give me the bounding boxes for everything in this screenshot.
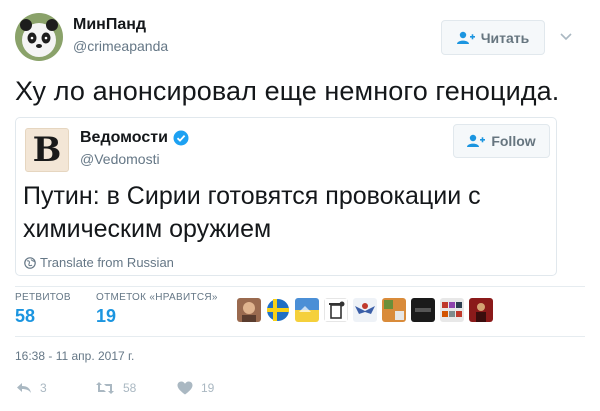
retweets-label: РЕТВИТОВ bbox=[15, 292, 71, 303]
grid-pattern-icon bbox=[440, 298, 464, 322]
liker-avatar[interactable] bbox=[324, 298, 348, 322]
follow-button[interactable]: Читать bbox=[441, 20, 545, 55]
tile-pattern-icon bbox=[382, 298, 406, 322]
liker-avatar[interactable] bbox=[469, 298, 493, 322]
likes-stat[interactable]: ОТМЕТОК «НРАВИТСЯ» 19 bbox=[96, 292, 218, 327]
liker-avatar[interactable] bbox=[266, 298, 290, 322]
avatar[interactable] bbox=[15, 13, 63, 61]
reply-button[interactable]: 3 bbox=[16, 381, 47, 395]
author-name[interactable]: МинПанд bbox=[73, 16, 146, 34]
translate-link[interactable]: Translate from Russian bbox=[24, 255, 174, 270]
ukraine-flag-icon bbox=[295, 298, 319, 322]
verified-badge-icon bbox=[173, 130, 189, 146]
panda-avatar-icon bbox=[15, 13, 63, 61]
retweet-count: 58 bbox=[123, 381, 137, 395]
translate-label: Translate from Russian bbox=[40, 255, 174, 270]
tweet-text: Ху ло анонсировал еще немного геноцида. bbox=[15, 76, 560, 106]
globe-icon bbox=[24, 256, 36, 269]
dark-avatar-icon bbox=[411, 298, 435, 322]
liker-avatars bbox=[237, 298, 493, 322]
liker-avatar[interactable] bbox=[295, 298, 319, 322]
liker-avatar[interactable] bbox=[353, 298, 377, 322]
retweet-button[interactable]: 58 bbox=[95, 381, 136, 395]
more-options-button[interactable] bbox=[556, 28, 576, 46]
liker-avatar[interactable] bbox=[237, 298, 261, 322]
person-avatar-icon bbox=[237, 298, 261, 322]
chevron-down-icon bbox=[560, 33, 572, 41]
trash-can-icon bbox=[324, 298, 348, 322]
vedomosti-logo[interactable]: B bbox=[25, 128, 69, 172]
stats-bottom-divider bbox=[15, 336, 585, 337]
reply-icon bbox=[17, 383, 31, 393]
follow-user-icon bbox=[467, 134, 486, 147]
follow-user-icon bbox=[456, 31, 475, 44]
red-figure-icon bbox=[469, 298, 493, 322]
liker-avatar[interactable] bbox=[382, 298, 406, 322]
retweets-value: 58 bbox=[15, 306, 36, 326]
quoted-author-name[interactable]: Ведомости bbox=[80, 129, 189, 147]
liker-avatar[interactable] bbox=[440, 298, 464, 322]
like-count: 19 bbox=[201, 381, 215, 395]
quoted-tweet-text: Путин: в Сирии готовятся провокации с хи… bbox=[23, 182, 481, 243]
eagle-emblem-icon bbox=[353, 298, 377, 322]
stats-top-divider bbox=[15, 286, 585, 287]
swedish-flag-icon bbox=[267, 299, 289, 321]
quoted-follow-label: Follow bbox=[491, 133, 536, 149]
likes-label: ОТМЕТОК «НРАВИТСЯ» bbox=[96, 292, 218, 303]
quoted-author-name-text: Ведомости bbox=[80, 129, 168, 146]
quoted-follow-button[interactable]: Follow bbox=[453, 124, 550, 158]
likes-value: 19 bbox=[96, 306, 117, 326]
author-handle[interactable]: @crimeapanda bbox=[73, 38, 168, 54]
follow-button-label: Читать bbox=[480, 29, 530, 46]
retweet-icon bbox=[96, 382, 114, 394]
tweet-timestamp[interactable]: 16:38 - 11 апр. 2017 г. bbox=[15, 349, 134, 363]
quoted-tweet-card[interactable]: B Ведомости @Vedomosti Follow Путин: в С… bbox=[15, 117, 557, 276]
liker-avatar[interactable] bbox=[411, 298, 435, 322]
heart-icon bbox=[177, 381, 193, 395]
retweets-stat[interactable]: РЕТВИТОВ 58 bbox=[15, 292, 71, 327]
reply-count: 3 bbox=[40, 381, 47, 395]
quoted-author-handle[interactable]: @Vedomosti bbox=[80, 151, 160, 167]
like-button[interactable]: 19 bbox=[177, 381, 214, 395]
